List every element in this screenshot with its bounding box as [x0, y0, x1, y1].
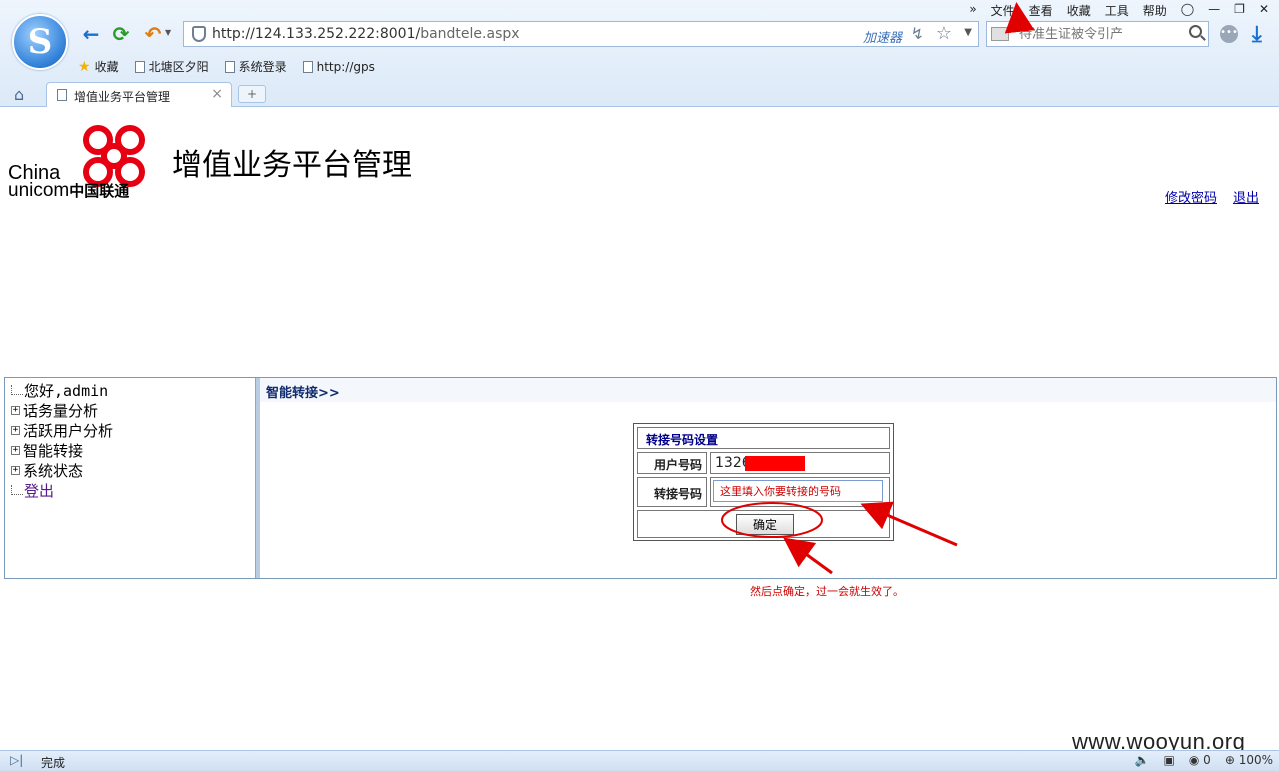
tree-item-logout[interactable]: 登出	[11, 480, 54, 500]
menu-more[interactable]: »	[969, 2, 976, 19]
tree-item-smart-forward[interactable]: + 智能转接	[11, 440, 83, 460]
minimize-icon[interactable]: —	[1208, 2, 1220, 19]
menu-favorites[interactable]: 收藏	[1067, 2, 1091, 19]
expand-icon[interactable]: +	[11, 465, 20, 475]
redaction-block	[745, 456, 805, 471]
bookmarks-bar: ★ 收藏 北塘区夕阳 系统登录 http://gps	[78, 58, 375, 75]
url-host: http://124.133.252.222:8001/	[212, 26, 421, 42]
accelerator-label[interactable]: 加速器	[863, 27, 902, 46]
download-icon[interactable]: ⤓	[1252, 22, 1262, 47]
restore-icon[interactable]: ❐	[1234, 2, 1245, 19]
button-cell: 确定	[637, 510, 890, 538]
tree-item-greeting: 您好,admin	[11, 380, 108, 400]
search-icon[interactable]	[1189, 25, 1202, 38]
forward-number-input[interactable]: 这里填入你要转接的号码	[713, 480, 883, 502]
shield-icon	[192, 26, 206, 42]
url-text[interactable]: http://124.133.252.222:8001/bandtele.asp…	[212, 26, 520, 42]
china-unicom-logo: China unicom中国联通	[8, 116, 158, 201]
bookmark-login[interactable]: 系统登录	[224, 58, 287, 75]
new-tab-button[interactable]: +	[238, 85, 266, 103]
tab-title: 增值业务平台管理	[74, 90, 171, 104]
status-right: 🔈 ▣ ◉ 0 ⊕ 100%	[1135, 753, 1273, 767]
user-number-label: 用户号码	[637, 452, 707, 474]
star-icon: ★	[78, 58, 91, 75]
chevron-down-icon[interactable]: ▼	[964, 27, 972, 38]
forward-form: 转接号码设置 用户号码 1326 转接号码 这里填入你要转接的号码 确定	[633, 423, 894, 541]
more-options-icon[interactable]: •••	[1220, 25, 1238, 43]
tab-active[interactable]: 增值业务平台管理 ×	[46, 82, 232, 107]
browser-logo-icon[interactable]: S	[12, 14, 68, 70]
expand-icon[interactable]: +	[11, 445, 20, 455]
close-window-icon[interactable]: ✕	[1259, 2, 1269, 19]
status-bar: ▷| 完成 🔈 ▣ ◉ 0 ⊕ 100%	[0, 750, 1279, 771]
toolbox-icon[interactable]: ▣	[1164, 753, 1175, 767]
undo-dropdown-icon[interactable]: ▼	[165, 28, 171, 37]
home-icon[interactable]: ⌂	[14, 85, 24, 104]
page-title: 增值业务平台管理	[172, 148, 412, 183]
search-box[interactable]	[986, 21, 1209, 47]
skin-icon[interactable]: ◯	[1181, 2, 1194, 19]
forward-number-label: 转接号码	[637, 477, 707, 507]
breadcrumb: 智能转接>>	[260, 378, 1276, 402]
confirm-button[interactable]: 确定	[736, 514, 794, 535]
tree-item-system-status[interactable]: + 系统状态	[11, 460, 83, 480]
change-password-link[interactable]: 修改密码	[1165, 187, 1217, 206]
nav-tree: 您好,admin + 话务量分析 + 活跃用户分析 + 智能转接 + 系统状态 登出	[5, 378, 255, 578]
expand-icon[interactable]: +	[11, 405, 20, 415]
bookmark-gps[interactable]: http://gps	[302, 58, 375, 75]
page-icon	[224, 60, 235, 73]
user-number-value: 1326	[710, 452, 890, 474]
close-tab-icon[interactable]: ×	[211, 86, 223, 102]
search-input[interactable]	[1019, 25, 1179, 43]
zoom-control[interactable]: ⊕ 100%	[1225, 753, 1273, 767]
address-bar[interactable]: http://124.133.252.222:8001/bandtele.asp…	[183, 21, 979, 47]
refresh-icon[interactable]: ⟳	[108, 22, 134, 46]
blocked-counter[interactable]: ◉ 0	[1189, 753, 1211, 767]
logout-link[interactable]: 退出	[1233, 187, 1259, 206]
header-links: 修改密码 退出	[1165, 187, 1259, 206]
page-icon	[134, 60, 145, 73]
undo-icon[interactable]: ↶	[140, 22, 166, 46]
page-icon	[57, 89, 67, 101]
forward-number-cell: 这里填入你要转接的号码	[710, 477, 890, 507]
logo-unicom-text: unicom中国联通	[8, 180, 130, 201]
status-text: 完成	[41, 756, 66, 770]
lightning-icon[interactable]: ↯	[911, 24, 924, 43]
back-arrow-icon[interactable]: ←	[78, 22, 104, 46]
form-title: 转接号码设置	[637, 427, 890, 449]
page-icon	[302, 60, 313, 73]
tree-item-active-users[interactable]: + 活跃用户分析	[11, 420, 113, 440]
menu-bar: » 文件 查看 收藏 工具 帮助 ◯ — ❐ ✕	[969, 2, 1269, 19]
logo-cn-text: 中国联通	[69, 183, 130, 200]
browser-chrome: S » 文件 查看 收藏 工具 帮助 ◯ — ❐ ✕ ← ⟳ ↶ ▼ http:…	[0, 0, 1279, 107]
bookmark-favorites[interactable]: ★ 收藏	[78, 58, 119, 75]
menu-view[interactable]: 查看	[1029, 2, 1053, 19]
menu-file[interactable]: 文件	[991, 2, 1015, 19]
url-path: bandtele.aspx	[420, 26, 520, 42]
menu-help[interactable]: 帮助	[1143, 2, 1167, 19]
annotation-text: 然后点确定，过一会就生效了。	[750, 585, 904, 598]
sidebar-toggle-icon[interactable]: ▷|	[10, 753, 23, 767]
star-icon[interactable]: ☆	[936, 23, 952, 44]
bookmark-beitang[interactable]: 北塘区夕阳	[134, 58, 209, 75]
image-icon	[991, 27, 1009, 41]
tree-item-traffic[interactable]: + 话务量分析	[11, 400, 98, 420]
expand-icon[interactable]: +	[11, 425, 20, 435]
menu-tools[interactable]: 工具	[1105, 2, 1129, 19]
volume-icon[interactable]: 🔈	[1135, 753, 1150, 767]
